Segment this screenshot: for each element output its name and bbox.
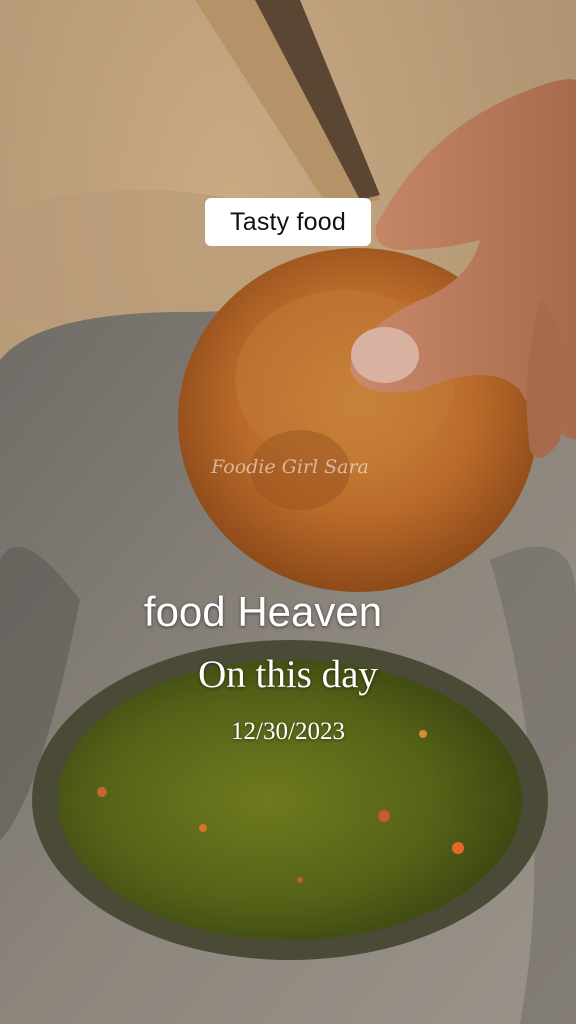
overlay-date: 12/30/2023 [231,718,345,745]
overlay-subtitle: On this day [198,653,378,696]
watermark: Foodie Girl Sara [211,456,369,478]
caption-sticker: Tasty food [205,198,371,246]
food-photo [0,0,576,1024]
overlay-title: food Heaven [143,588,383,635]
